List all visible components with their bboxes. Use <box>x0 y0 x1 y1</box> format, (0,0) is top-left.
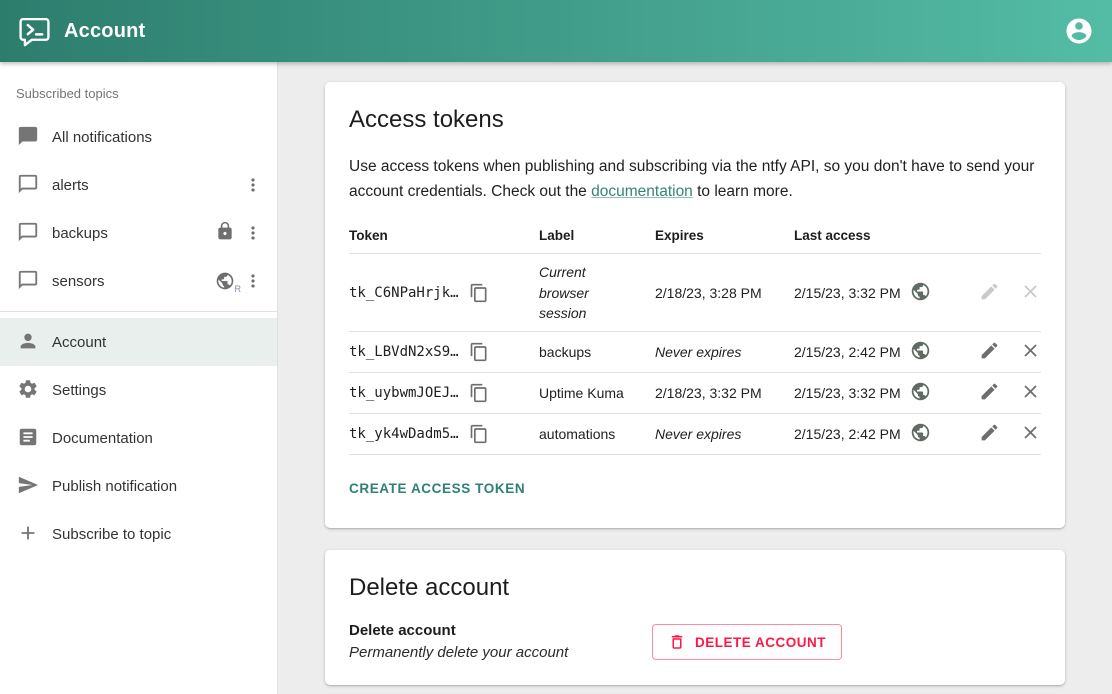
sidebar-item-publish-notification[interactable]: Publish notification <box>0 462 277 510</box>
trash-icon <box>668 633 686 651</box>
reserved-globe-icon: R <box>215 271 235 291</box>
token-value: tk_C6NPaHrjk… <box>349 285 459 301</box>
globe-icon <box>910 340 931 364</box>
ntfy-logo-icon <box>18 15 51 48</box>
column-header-actions <box>951 218 1041 254</box>
token-label: Uptime Kuma <box>539 373 655 414</box>
token-label: backups <box>539 332 655 373</box>
token-expires: 2/18/23, 3:28 PM <box>655 254 794 332</box>
create-access-token-button[interactable]: CREATE ACCESS TOKEN <box>349 473 525 504</box>
token-expires: Never expires <box>655 332 794 373</box>
delete-account-description: Permanently delete your account <box>349 644 652 661</box>
sidebar-item-label: Account <box>52 334 106 351</box>
token-value: tk_LBVdN2xS9… <box>349 344 459 360</box>
lock-icon <box>215 221 235 246</box>
person-icon <box>17 330 41 354</box>
topic-menu-icon[interactable] <box>243 271 263 291</box>
column-header-token: Token <box>349 218 539 254</box>
sidebar: Subscribed topics All notifications aler… <box>0 62 278 694</box>
token-last-access: 2/15/23, 3:32 PM <box>794 385 901 401</box>
copy-token-icon[interactable] <box>469 424 489 444</box>
edit-token-icon[interactable] <box>979 381 1000 402</box>
topic-menu-icon[interactable] <box>243 175 263 195</box>
table-header-row: Token Label Expires Last access <box>349 218 1041 254</box>
token-value: tk_yk4wDadm5… <box>349 426 459 442</box>
delete-token-icon[interactable] <box>1020 381 1041 402</box>
copy-token-icon[interactable] <box>469 283 489 303</box>
token-last-access: 2/15/23, 2:42 PM <box>794 344 901 360</box>
table-row: tk_LBVdN2xS9… backups Never expires 2/15… <box>349 332 1041 373</box>
token-value: tk_uybwmJOEJ… <box>349 385 459 401</box>
plus-icon <box>17 522 41 546</box>
edit-token-icon <box>979 281 1000 302</box>
subscribed-topics-label: Subscribed topics <box>0 72 277 113</box>
main-content: Access tokens Use access tokens when pub… <box>278 62 1112 694</box>
app-bar: Account <box>0 0 1112 62</box>
copy-token-icon[interactable] <box>469 383 489 403</box>
description-text: to learn more. <box>693 183 793 200</box>
reserved-badge: R <box>235 284 242 294</box>
table-row: tk_C6NPaHrjk… Current browser session 2/… <box>349 254 1041 332</box>
chat-bubble-filled-icon <box>17 125 41 149</box>
sidebar-item-documentation[interactable]: Documentation <box>0 414 277 462</box>
delete-token-icon[interactable] <box>1020 422 1041 443</box>
column-header-expires: Expires <box>655 218 794 254</box>
delete-token-icon[interactable] <box>1020 340 1041 361</box>
globe-icon <box>910 422 931 446</box>
sidebar-item-all-notifications[interactable]: All notifications <box>0 113 277 161</box>
access-tokens-title: Access tokens <box>349 106 1041 134</box>
documentation-link[interactable]: documentation <box>591 183 693 200</box>
column-header-last-access: Last access <box>794 218 951 254</box>
sidebar-item-label: Documentation <box>52 430 153 447</box>
table-row: tk_yk4wDadm5… automations Never expires … <box>349 414 1041 455</box>
copy-token-icon[interactable] <box>469 342 489 362</box>
access-tokens-card: Access tokens Use access tokens when pub… <box>325 82 1065 528</box>
token-label: automations <box>539 414 655 455</box>
article-icon <box>17 426 41 450</box>
table-row: tk_uybwmJOEJ… Uptime Kuma 2/18/23, 3:32 … <box>349 373 1041 414</box>
sidebar-item-label: backups <box>52 225 108 242</box>
access-tokens-table: Token Label Expires Last access tk_C6NPa… <box>349 218 1041 455</box>
delete-account-label: Delete account <box>349 622 652 639</box>
sidebar-divider <box>0 311 277 312</box>
topic-menu-icon[interactable] <box>243 223 263 243</box>
globe-icon <box>910 281 931 305</box>
delete-account-button-label: DELETE ACCOUNT <box>695 635 826 650</box>
token-last-access: 2/15/23, 3:32 PM <box>794 285 901 301</box>
delete-token-icon <box>1020 281 1041 302</box>
sidebar-item-label: All notifications <box>52 129 152 146</box>
token-expires: Never expires <box>655 414 794 455</box>
edit-token-icon[interactable] <box>979 422 1000 443</box>
token-last-access: 2/15/23, 2:42 PM <box>794 426 901 442</box>
sidebar-item-sensors[interactable]: sensors R <box>0 257 277 305</box>
page-title: Account <box>64 20 145 43</box>
globe-icon <box>910 381 931 405</box>
edit-token-icon[interactable] <box>979 340 1000 361</box>
sidebar-item-backups[interactable]: backups <box>0 209 277 257</box>
sidebar-item-subscribe-to-topic[interactable]: Subscribe to topic <box>0 510 277 558</box>
token-expires: 2/18/23, 3:32 PM <box>655 373 794 414</box>
gear-icon <box>17 378 41 402</box>
account-circle-icon[interactable] <box>1064 16 1094 46</box>
sidebar-item-label: alerts <box>52 177 89 194</box>
token-label: Current browser session <box>539 254 655 332</box>
sidebar-item-label: Subscribe to topic <box>52 526 171 543</box>
sidebar-item-account[interactable]: Account <box>0 318 277 366</box>
chat-bubble-outline-icon <box>17 173 41 197</box>
chat-bubble-outline-icon <box>17 221 41 245</box>
delete-account-row: Delete account Permanently delete your a… <box>349 622 1041 661</box>
delete-account-button[interactable]: DELETE ACCOUNT <box>652 624 842 660</box>
chat-bubble-outline-icon <box>17 269 41 293</box>
sidebar-item-label: Settings <box>52 382 106 399</box>
send-icon <box>17 474 41 498</box>
sidebar-item-label: Publish notification <box>52 478 177 495</box>
delete-account-text: Delete account Permanently delete your a… <box>349 622 652 661</box>
delete-account-card: Delete account Delete account Permanentl… <box>325 550 1065 685</box>
sidebar-item-settings[interactable]: Settings <box>0 366 277 414</box>
sidebar-item-label: sensors <box>52 273 105 290</box>
delete-account-title: Delete account <box>349 574 1041 602</box>
column-header-label: Label <box>539 218 655 254</box>
access-tokens-description: Use access tokens when publishing and su… <box>349 154 1041 204</box>
sidebar-item-alerts[interactable]: alerts <box>0 161 277 209</box>
